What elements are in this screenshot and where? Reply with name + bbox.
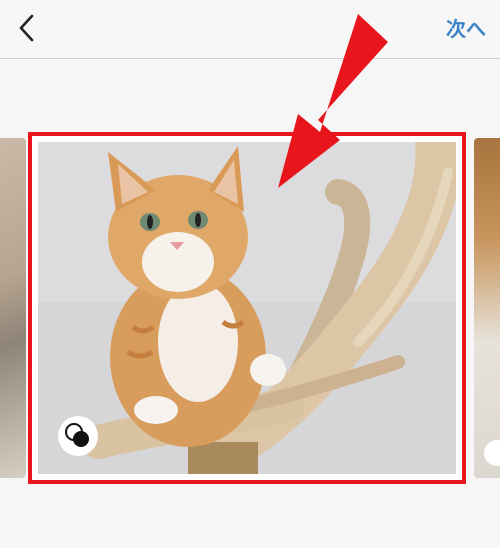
- next-photo-thumbnail[interactable]: [474, 138, 500, 478]
- next-button[interactable]: 次へ: [446, 12, 486, 46]
- photo-selection-screen: 次へ: [0, 0, 500, 548]
- photo-carousel[interactable]: [0, 58, 500, 548]
- previous-photo-thumbnail[interactable]: [0, 138, 26, 478]
- photo-illustration: [38, 142, 456, 474]
- multi-select-toggle[interactable]: [58, 416, 98, 456]
- kitten-photo: [38, 142, 456, 474]
- multi-select-icon: [484, 440, 500, 466]
- chevron-left-icon: [19, 14, 34, 42]
- top-navigation-bar: 次へ: [0, 0, 500, 59]
- multi-select-icon: [65, 423, 89, 447]
- back-button[interactable]: [10, 8, 44, 48]
- selected-photo-card[interactable]: [28, 132, 466, 484]
